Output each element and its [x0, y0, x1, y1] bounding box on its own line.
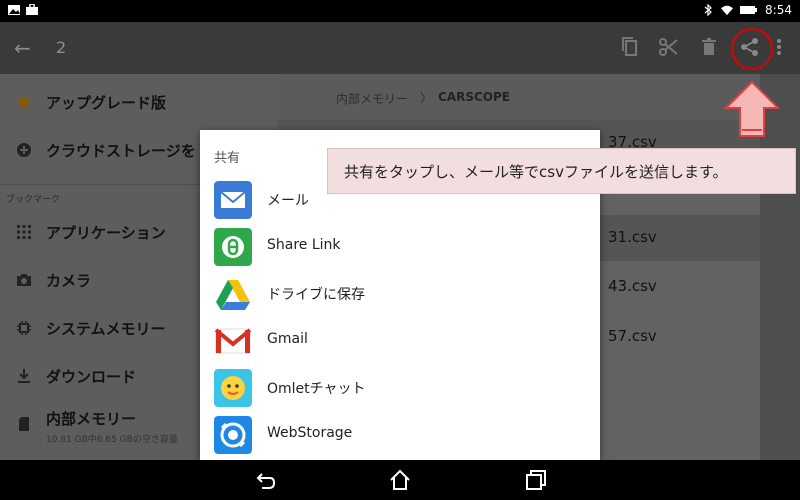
status-bar: 8:54 [0, 0, 800, 22]
gmail-icon [214, 328, 252, 354]
copy-icon[interactable] [618, 35, 642, 59]
breadcrumb-current[interactable]: CARSCOPE [438, 90, 510, 104]
status-time: 8:54 [765, 3, 792, 17]
share-option-label: WebStorage [267, 425, 353, 441]
share-option-omlet[interactable]: Omletチャット [200, 365, 600, 411]
share-option-share-link[interactable]: Share Link [200, 224, 600, 270]
share-link-icon [214, 228, 252, 266]
share-option-label: Gmail [267, 331, 308, 347]
dialog-title: 共有 [214, 151, 241, 166]
share-option-label: メール [267, 193, 309, 209]
sidebar-item-label: アプリケーション [46, 224, 166, 242]
delete-icon[interactable] [697, 35, 721, 59]
recents-icon[interactable] [524, 468, 548, 492]
back-arrow-icon[interactable]: ← [14, 36, 31, 60]
add-circle-icon [17, 143, 31, 157]
file-name: 31.csv [608, 228, 657, 246]
photo-icon [8, 5, 20, 15]
battery-icon [740, 6, 758, 14]
bookmarks-header: ブックマーク [6, 195, 61, 205]
share-option-webstorage[interactable]: WebStorage [200, 412, 600, 458]
sidebar-item-label: カメラ [46, 272, 92, 290]
share-highlight-circle [731, 28, 773, 70]
wifi-icon [721, 5, 734, 16]
download-icon [18, 369, 30, 383]
callout-text: 共有をタップし、メール等でcsvファイルを送信します。 [344, 163, 728, 181]
sd-card-icon [19, 417, 29, 431]
share-option-label: Share Link [267, 237, 341, 253]
chip-icon [17, 321, 31, 335]
sidebar-item-label: クラウドストレージを [46, 142, 196, 160]
more-icon[interactable] [772, 35, 786, 59]
star-icon [17, 95, 31, 109]
screen: 8:54 ← 2 アップグレード版 クラウドストレージを ブックマーク アプリケ… [0, 0, 800, 500]
back-icon[interactable] [254, 468, 278, 492]
instruction-callout: 共有をタップし、メール等でcsvファイルを送信します。 [327, 148, 796, 194]
home-icon[interactable] [388, 468, 412, 492]
selected-count: 2 [56, 38, 67, 57]
bluetooth-icon [704, 4, 712, 16]
camera-icon [17, 274, 31, 286]
file-name: 57.csv [608, 327, 657, 345]
grid-icon [17, 225, 31, 239]
selection-toolbar: ← 2 [0, 22, 800, 74]
sidebar-item-label: ダウンロード [46, 368, 137, 386]
cut-icon[interactable] [657, 35, 681, 59]
sidebar-item-upgrade[interactable]: アップグレード版 [0, 80, 278, 126]
breadcrumb: 内部メモリー 〉 CARSCOPE [278, 74, 760, 120]
breadcrumb-separator: 〉 [420, 91, 433, 105]
storage-usage: 10.81 GB中6.65 GBの空き容量 [46, 435, 178, 445]
navigation-bar [0, 460, 800, 500]
mail-icon [214, 181, 252, 219]
share-option-gmail[interactable]: Gmail [200, 318, 600, 364]
briefcase-icon [26, 4, 38, 15]
sidebar-item-label: システムメモリー [46, 320, 166, 338]
sidebar-item-label: 内部メモリー [46, 410, 137, 428]
breadcrumb-root[interactable]: 内部メモリー [336, 90, 408, 107]
google-drive-icon [216, 280, 250, 310]
share-option-label: ドライブに保存 [267, 287, 365, 303]
webstorage-icon [214, 416, 252, 454]
omlet-icon [214, 369, 252, 407]
sidebar-item-label: アップグレード版 [46, 94, 167, 112]
share-option-drive[interactable]: ドライブに保存 [200, 271, 600, 317]
share-option-label: Omletチャット [267, 381, 366, 397]
pointer-arrow-icon [723, 80, 781, 137]
file-name: 43.csv [608, 277, 657, 295]
